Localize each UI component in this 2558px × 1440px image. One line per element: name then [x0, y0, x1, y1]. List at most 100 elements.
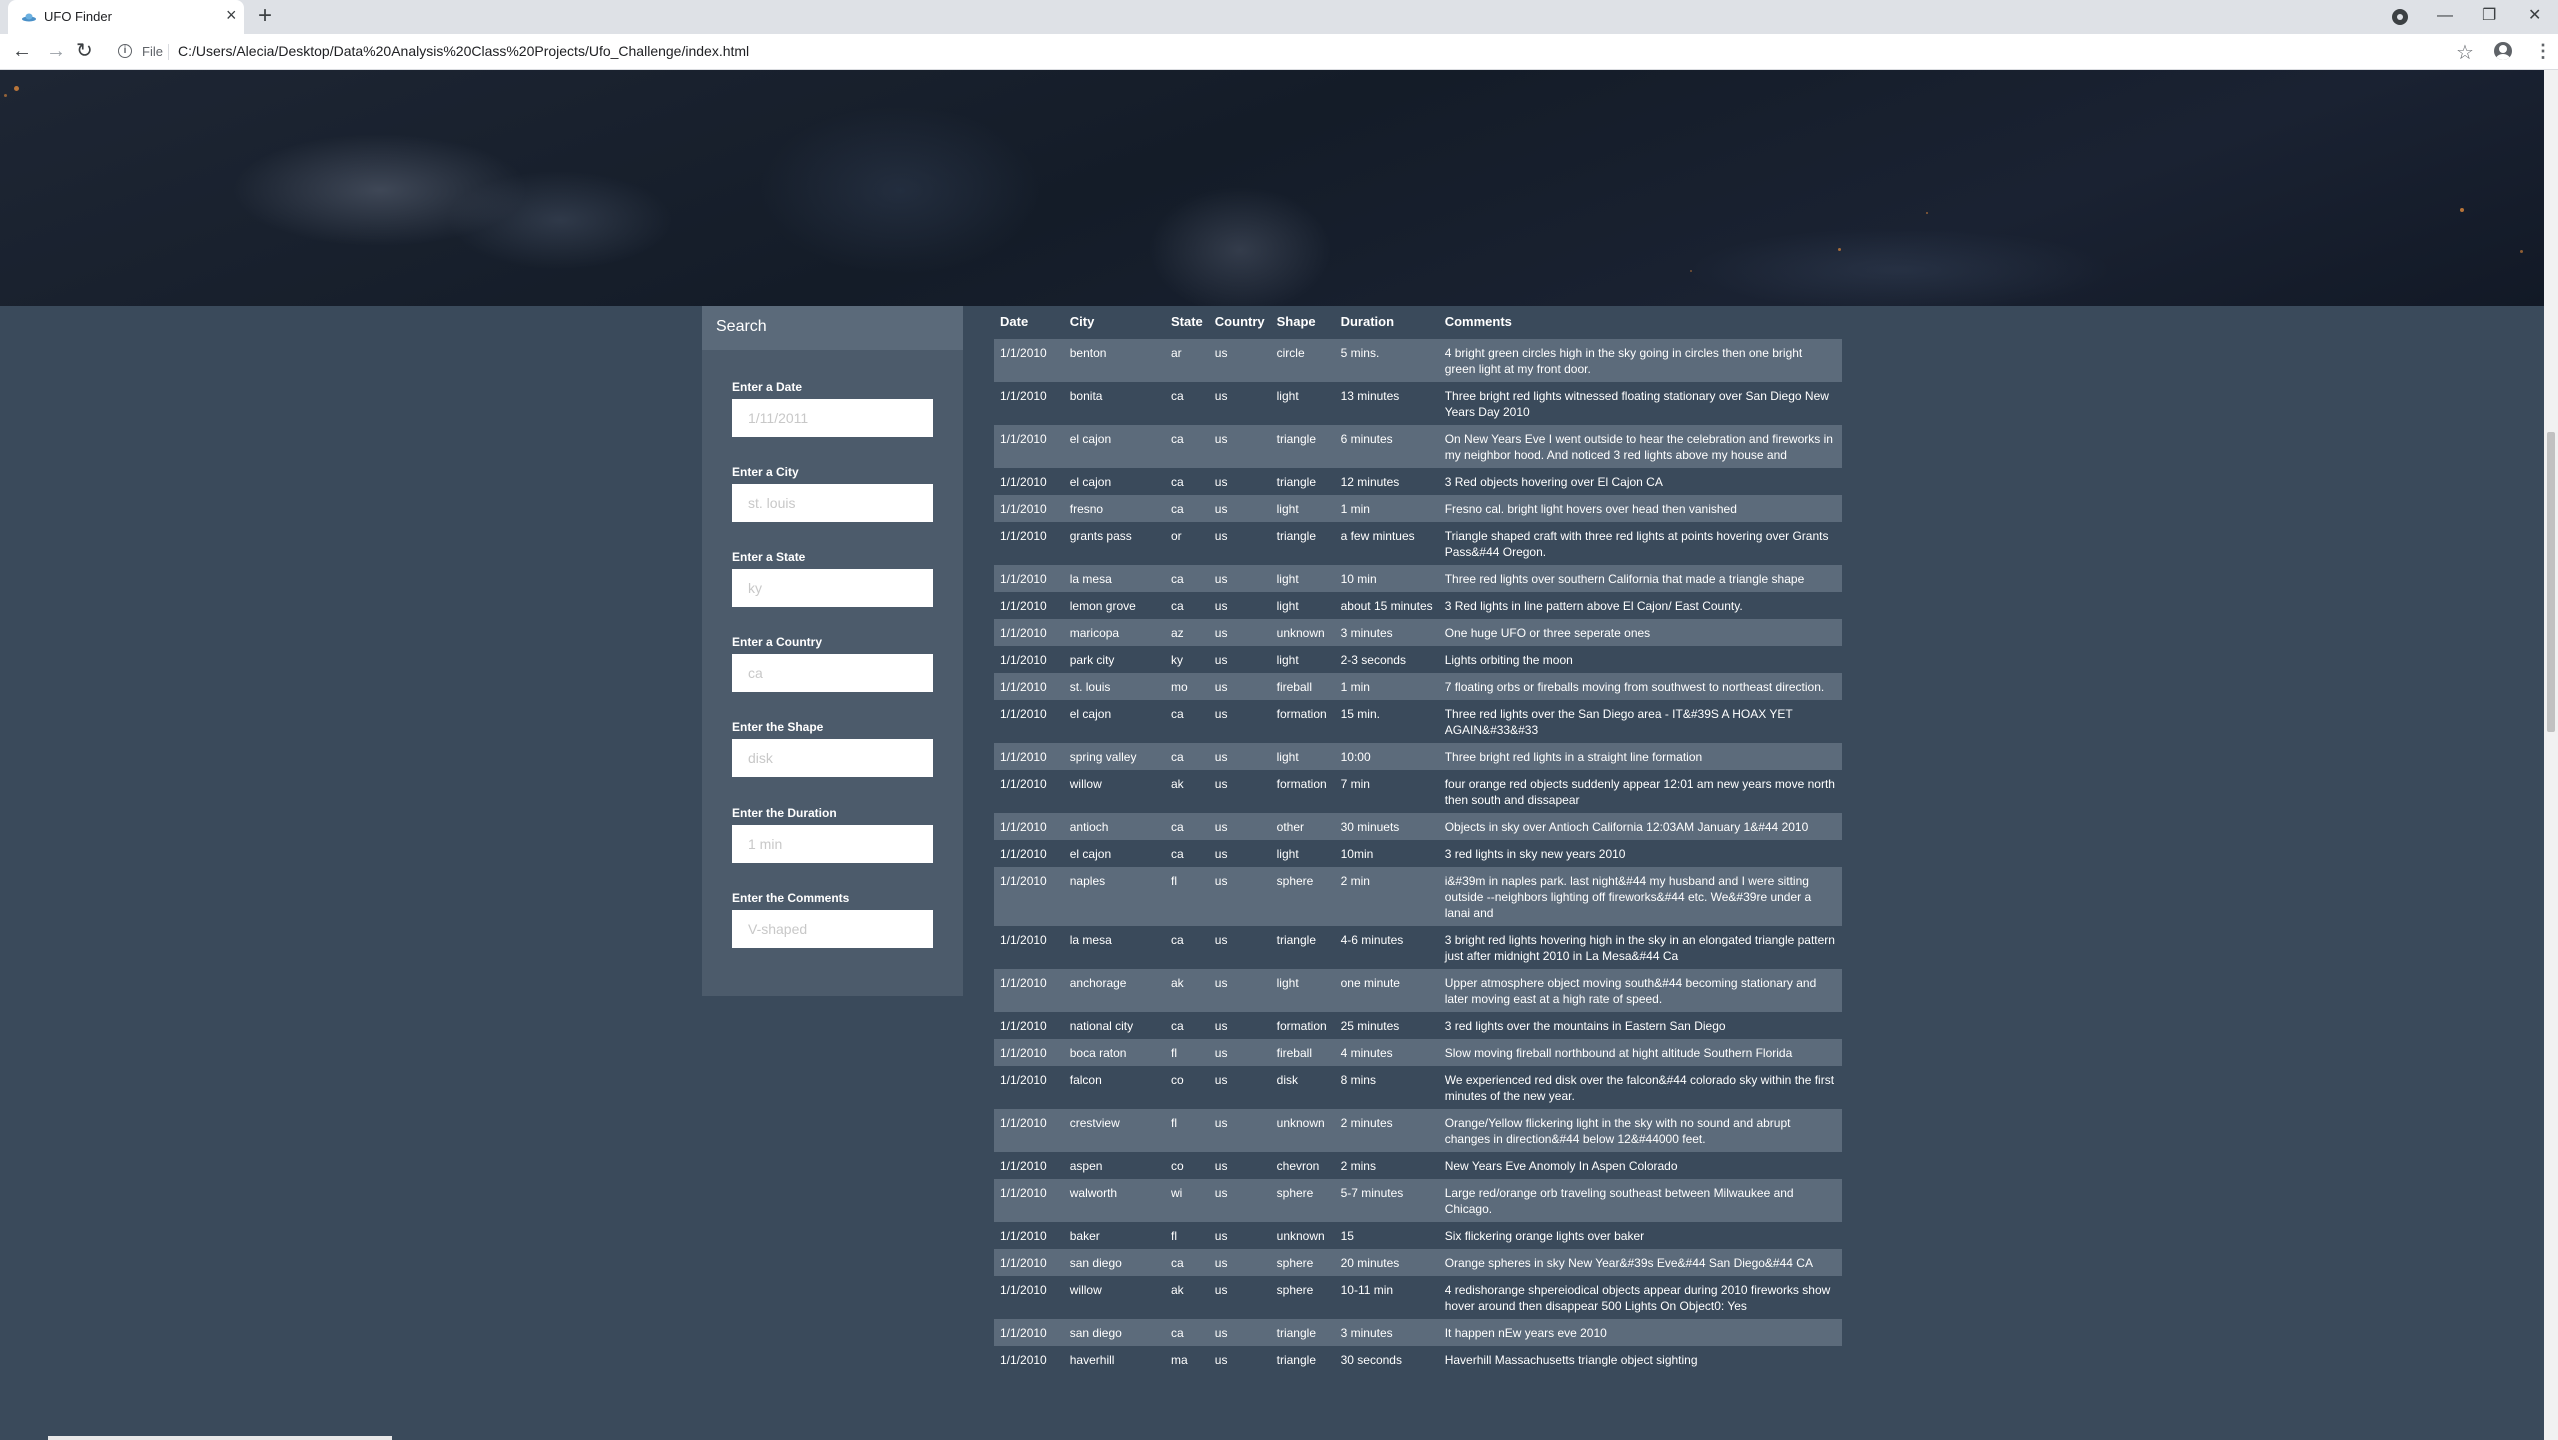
- table-row: 1/1/2010 spring valley ca us light 10:00 Three…: [994, 743, 1842, 770]
- cell-city: st. louis: [1063, 673, 1165, 700]
- cell-country: us: [1208, 969, 1271, 1012]
- cell-comments: 3 bright red lights hovering high in the…: [1438, 926, 1842, 969]
- cell-state: ma: [1165, 1346, 1209, 1373]
- bookmark-star-icon[interactable]: ☆: [2456, 40, 2474, 65]
- new-tab-button[interactable]: +: [258, 3, 272, 29]
- cell-shape: light: [1270, 382, 1335, 425]
- cell-duration: 2 mins: [1334, 1152, 1439, 1179]
- cell-comments: New Years Eve Anomoly In Aspen Colorado: [1438, 1152, 1842, 1179]
- cell-city: san diego: [1063, 1319, 1165, 1346]
- browser-menu-icon[interactable]: ⋮: [2534, 41, 2552, 62]
- country-label: Enter a Country: [732, 635, 823, 649]
- city-input[interactable]: [732, 484, 933, 522]
- cell-country: us: [1208, 1066, 1271, 1109]
- filter-panel: Search Enter a Date Enter a City Enter a…: [702, 306, 963, 996]
- cell-city: national city: [1063, 1012, 1165, 1039]
- cell-city: willow: [1063, 1276, 1165, 1319]
- cell-country: us: [1208, 867, 1271, 926]
- cell-state: ca: [1165, 495, 1209, 522]
- duration-input[interactable]: [732, 825, 933, 863]
- cell-state: ca: [1165, 700, 1209, 743]
- cell-country: us: [1208, 382, 1271, 425]
- cell-shape: light: [1270, 743, 1335, 770]
- back-button[interactable]: ←: [12, 41, 32, 61]
- state-input[interactable]: [732, 569, 933, 607]
- cell-comments: Three red lights over southern Californi…: [1438, 565, 1842, 592]
- cell-date: 1/1/2010: [994, 339, 1064, 382]
- cell-comments: We experienced red disk over the falcon&…: [1438, 1066, 1842, 1109]
- cell-city: spring valley: [1063, 743, 1165, 770]
- table-row: 1/1/2010 park city ky us light 2-3 seconds Lig…: [994, 646, 1842, 673]
- minimize-button[interactable]: —: [2437, 4, 2453, 28]
- cell-duration: 15: [1334, 1222, 1439, 1249]
- cell-country: us: [1208, 592, 1271, 619]
- table-row: 1/1/2010 anchorage ak us light one minute Uppe…: [994, 969, 1842, 1012]
- table-row: 1/1/2010 grants pass or us triangle a few min…: [994, 522, 1842, 565]
- cell-date: 1/1/2010: [994, 382, 1064, 425]
- cell-comments: four orange red objects suddenly appear …: [1438, 770, 1842, 813]
- cell-country: us: [1208, 646, 1271, 673]
- cell-country: us: [1208, 1039, 1271, 1066]
- cell-country: us: [1208, 700, 1271, 743]
- cell-state: ar: [1165, 339, 1209, 382]
- comments-input[interactable]: [732, 910, 933, 948]
- close-window-button[interactable]: ✕: [2528, 4, 2541, 28]
- address-bar[interactable]: C:/Users/Alecia/Desktop/Data%20Analysis%…: [178, 43, 749, 59]
- site-info-icon[interactable]: i: [118, 44, 132, 58]
- cell-state: ca: [1165, 1319, 1209, 1346]
- cell-duration: 6 minutes: [1334, 425, 1439, 468]
- cell-state: mo: [1165, 673, 1209, 700]
- table-row: 1/1/2010 boca raton fl us fireball 4 minutes S…: [994, 1039, 1842, 1066]
- cell-state: ca: [1165, 592, 1209, 619]
- horizontal-scroll-indicator: [48, 1436, 392, 1440]
- cell-shape: chevron: [1270, 1152, 1335, 1179]
- cell-date: 1/1/2010: [994, 1276, 1064, 1319]
- city-label: Enter a City: [732, 465, 799, 479]
- shape-input[interactable]: [732, 739, 933, 777]
- maximize-button[interactable]: ❐: [2482, 4, 2496, 28]
- forward-button[interactable]: →: [46, 41, 66, 61]
- cell-shape: triangle: [1270, 468, 1335, 495]
- cell-city: falcon: [1063, 1066, 1165, 1109]
- cell-state: ca: [1165, 382, 1209, 425]
- cell-date: 1/1/2010: [994, 592, 1064, 619]
- cell-comments: 7 floating orbs or fireballs moving from…: [1438, 673, 1842, 700]
- cell-shape: sphere: [1270, 867, 1335, 926]
- cell-duration: 20 minutes: [1334, 1249, 1439, 1276]
- cell-country: us: [1208, 840, 1271, 867]
- comments-label: Enter the Comments: [732, 891, 850, 905]
- cell-city: el cajon: [1063, 425, 1165, 468]
- cell-city: la mesa: [1063, 926, 1165, 969]
- cell-country: us: [1208, 1346, 1271, 1373]
- tab-close-icon[interactable]: ×: [226, 6, 237, 24]
- cell-shape: triangle: [1270, 425, 1335, 468]
- date-input[interactable]: [732, 399, 933, 437]
- cell-state: ca: [1165, 926, 1209, 969]
- cell-city: baker: [1063, 1222, 1165, 1249]
- vertical-scrollbar[interactable]: [2544, 70, 2558, 1440]
- browser-tab[interactable]: UFO Finder ×: [8, 0, 244, 34]
- table-row: 1/1/2010 willow ak us formation 7 min four ora…: [994, 770, 1842, 813]
- country-input[interactable]: [732, 654, 933, 692]
- cell-duration: 5 mins.: [1334, 339, 1439, 382]
- cell-shape: sphere: [1270, 1276, 1335, 1319]
- account-icon[interactable]: [2494, 42, 2512, 60]
- cell-country: us: [1208, 565, 1271, 592]
- cell-shape: formation: [1270, 700, 1335, 743]
- browser-toolbar: ← → ↻ i File C:/Users/Alecia/Desktop/Dat…: [0, 34, 2558, 70]
- cell-city: boca raton: [1063, 1039, 1165, 1066]
- scrollbar-thumb[interactable]: [2547, 432, 2555, 732]
- cell-comments: Orange spheres in sky New Year&#39s Eve&…: [1438, 1249, 1842, 1276]
- cell-shape: light: [1270, 840, 1335, 867]
- cell-shape: sphere: [1270, 1249, 1335, 1276]
- cell-country: us: [1208, 1012, 1271, 1039]
- cell-date: 1/1/2010: [994, 700, 1064, 743]
- cell-state: fl: [1165, 1039, 1209, 1066]
- cell-shape: unknown: [1270, 1109, 1335, 1152]
- table-row: 1/1/2010 st. louis mo us fireball 1 min 7 floa…: [994, 673, 1842, 700]
- cell-duration: 13 minutes: [1334, 382, 1439, 425]
- reload-button[interactable]: ↻: [76, 41, 93, 61]
- table-row: 1/1/2010 el cajon ca us light 10min 3 red ligh…: [994, 840, 1842, 867]
- profile-indicator-icon[interactable]: [2392, 9, 2408, 25]
- date-label: Enter a Date: [732, 380, 803, 394]
